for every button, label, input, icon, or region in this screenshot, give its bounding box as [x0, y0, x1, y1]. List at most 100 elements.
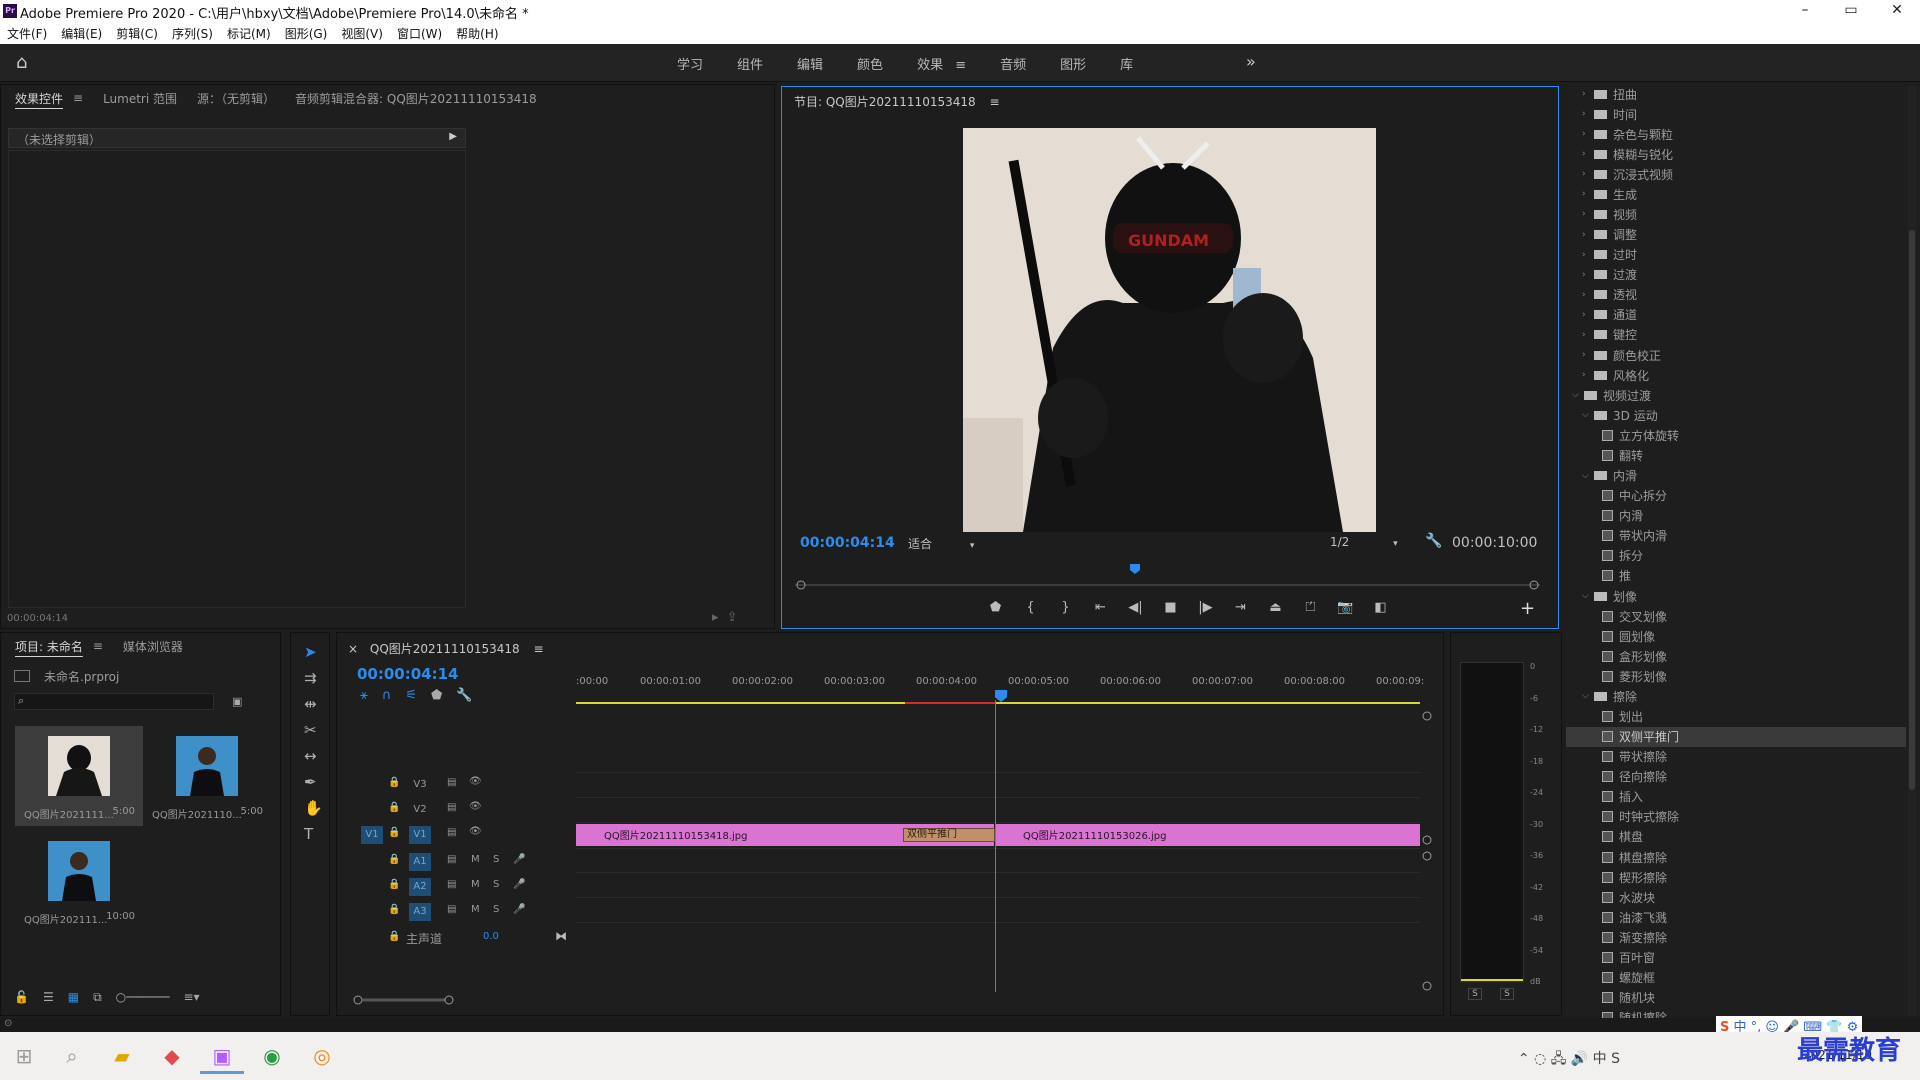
go-to-in-icon[interactable]: ⇤ [1083, 600, 1118, 615]
sequence-menu-icon[interactable]: ≡ [534, 642, 544, 656]
effects-folder[interactable]: › 风格化 [1566, 365, 1906, 385]
work-area-bar[interactable] [576, 702, 1420, 704]
menu-sequence[interactable]: 序列(S) [165, 22, 220, 44]
snap-icon[interactable]: ∩ [382, 688, 392, 703]
chevron-down-icon[interactable]: ⌵ [1582, 410, 1592, 420]
effects-folder[interactable]: › 过渡 [1566, 265, 1906, 285]
chevron-down-icon[interactable]: ⌵ [1582, 471, 1592, 481]
tab-lumetri-scopes[interactable]: Lumetri 范围 [93, 90, 187, 107]
chevron-right-icon[interactable]: › [1582, 129, 1592, 139]
effects-item[interactable]: 带状内滑 [1566, 526, 1906, 546]
close-sequence-icon[interactable]: × [348, 642, 358, 656]
microphone-icon[interactable]: 🎤 [513, 879, 525, 890]
timeline-vertical-scrollbar[interactable] [1420, 706, 1434, 996]
go-to-out-icon[interactable]: ⇥ [1223, 600, 1258, 615]
timeline-clip[interactable]: QQ图片20211110153026.jpg [995, 824, 1420, 846]
track-select-tool-icon[interactable]: ⇉ [304, 669, 317, 687]
source-patch-v1[interactable]: V1 [361, 826, 383, 844]
go-to-end-icon[interactable]: ⧓ [555, 929, 567, 943]
track-label[interactable]: V2 [409, 801, 431, 819]
lock-icon[interactable]: 🔒 [388, 802, 400, 813]
effects-folder[interactable]: ⌵ 内滑 [1566, 466, 1906, 486]
effects-item[interactable]: 水波块 [1566, 887, 1906, 907]
effects-folder[interactable]: › 视频 [1566, 204, 1906, 224]
maximize-button[interactable]: ▭ [1828, 0, 1874, 22]
timeline-timecode[interactable]: 00:00:04:14 [357, 665, 459, 683]
workspace-assembly[interactable]: 组件 [720, 54, 780, 73]
solo-left-button[interactable]: S [1468, 988, 1482, 1000]
zoom-slider[interactable]: ○────── [116, 990, 170, 1005]
effects-folder[interactable]: ⌵ 擦除 [1566, 686, 1906, 706]
effects-item[interactable]: 棋盘擦除 [1566, 847, 1906, 867]
lock-icon[interactable]: 🔒 [388, 854, 400, 865]
effects-item[interactable]: 划出 [1566, 706, 1906, 726]
lock-icon[interactable]: 🔒 [388, 904, 400, 915]
export-icon[interactable]: ⇪ [727, 610, 738, 625]
filter-icon[interactable]: ▸ [712, 610, 719, 625]
selection-tool-icon[interactable]: ➤ [304, 643, 317, 661]
chevron-right-icon[interactable]: › [1582, 209, 1592, 219]
effects-folder[interactable]: › 杂色与颗粒 [1566, 124, 1906, 144]
stop-icon[interactable]: ■ [1153, 600, 1188, 615]
chevron-right-icon[interactable]: › [1582, 169, 1592, 179]
effects-item[interactable]: 内滑 [1566, 506, 1906, 526]
icon-view-icon[interactable]: ▦ [68, 990, 79, 1005]
lock-icon[interactable]: 🔒 [388, 777, 400, 788]
resolution-dropdown[interactable]: 1/2 ▾ [1330, 535, 1410, 549]
effects-item[interactable]: 交叉划像 [1566, 606, 1906, 626]
effects-item[interactable]: 随机块 [1566, 988, 1906, 1008]
paint-app-icon[interactable]: ◆ [150, 1038, 194, 1074]
effects-folder[interactable]: ⌵ 视频过渡 [1566, 385, 1906, 405]
chevron-right-icon[interactable]: › [1582, 189, 1592, 199]
effects-item[interactable]: 棋盘 [1566, 827, 1906, 847]
close-button[interactable]: ✕ [1874, 0, 1920, 22]
chevron-right-icon[interactable]: › [1582, 109, 1592, 119]
type-tool-icon[interactable]: T [304, 825, 313, 843]
sync-lock-icon[interactable]: ▤ [447, 854, 456, 865]
sort-icon[interactable]: ≡▾ [183, 990, 199, 1005]
menu-graphics[interactable]: 图形(G) [278, 22, 335, 44]
track-label[interactable]: V1 [409, 826, 431, 844]
timeline-zoom-scrollbar[interactable] [352, 993, 1422, 1007]
effects-item[interactable]: 翻转 [1566, 445, 1906, 465]
effects-item[interactable]: 盒形划像 [1566, 646, 1906, 666]
sync-lock-icon[interactable]: ▤ [447, 777, 456, 788]
effects-folder[interactable]: › 颜色校正 [1566, 345, 1906, 365]
tab-effect-controls-menu[interactable]: ≡ [73, 91, 93, 105]
more-workspaces-icon[interactable]: » [1246, 52, 1256, 71]
sequence-tab[interactable]: × QQ图片20211110153418 ≡ [348, 640, 544, 657]
lock-icon[interactable]: 🔒 [388, 827, 400, 838]
track-label[interactable]: A3 [409, 903, 431, 921]
premiere-taskbar-icon[interactable]: ▣ [200, 1038, 244, 1074]
list-view-icon[interactable]: ☰ [43, 990, 54, 1005]
tab-effect-controls[interactable]: 效果控件 [5, 90, 73, 107]
tab-media-browser[interactable]: 媒体浏览器 [113, 638, 193, 655]
chevron-down-icon[interactable]: ⌵ [1582, 691, 1592, 701]
eye-icon[interactable]: 👁 [469, 801, 482, 812]
settings-wrench-icon[interactable]: 🔧 [1425, 533, 1442, 549]
effects-folder[interactable]: › 键控 [1566, 325, 1906, 345]
workspace-graphics[interactable]: 图形 [1043, 54, 1103, 73]
chevron-right-icon[interactable]: › [1582, 370, 1592, 380]
workspace-editing[interactable]: 编辑 [780, 54, 840, 73]
solo-button[interactable]: S [493, 879, 499, 890]
chevron-right-icon[interactable]: › [1582, 270, 1592, 280]
chevron-down-icon[interactable]: ⌵ [1572, 390, 1582, 400]
lift-icon[interactable]: ⏏ [1258, 600, 1293, 615]
effects-item[interactable]: 推 [1566, 566, 1906, 586]
mute-button[interactable]: M [471, 879, 480, 890]
comparison-view-icon[interactable]: ◧ [1363, 600, 1398, 615]
effects-item[interactable]: 双侧平推门 [1566, 726, 1906, 747]
effects-item[interactable]: 带状擦除 [1566, 747, 1906, 767]
effects-folder[interactable]: › 过时 [1566, 245, 1906, 265]
chrome-icon[interactable]: ◉ [250, 1038, 294, 1074]
menu-window[interactable]: 窗口(W) [390, 22, 449, 44]
effects-folder[interactable]: › 沉浸式视频 [1566, 164, 1906, 184]
menu-help[interactable]: 帮助(H) [449, 22, 505, 44]
menu-marker[interactable]: 标记(M) [220, 22, 278, 44]
track-label[interactable]: A2 [409, 878, 431, 896]
pen-tool-icon[interactable]: ✒ [304, 773, 317, 791]
solo-button[interactable]: S [493, 854, 499, 865]
microphone-icon[interactable]: 🎤 [513, 854, 525, 865]
windows-start-icon[interactable]: ⊞ [2, 1038, 46, 1074]
